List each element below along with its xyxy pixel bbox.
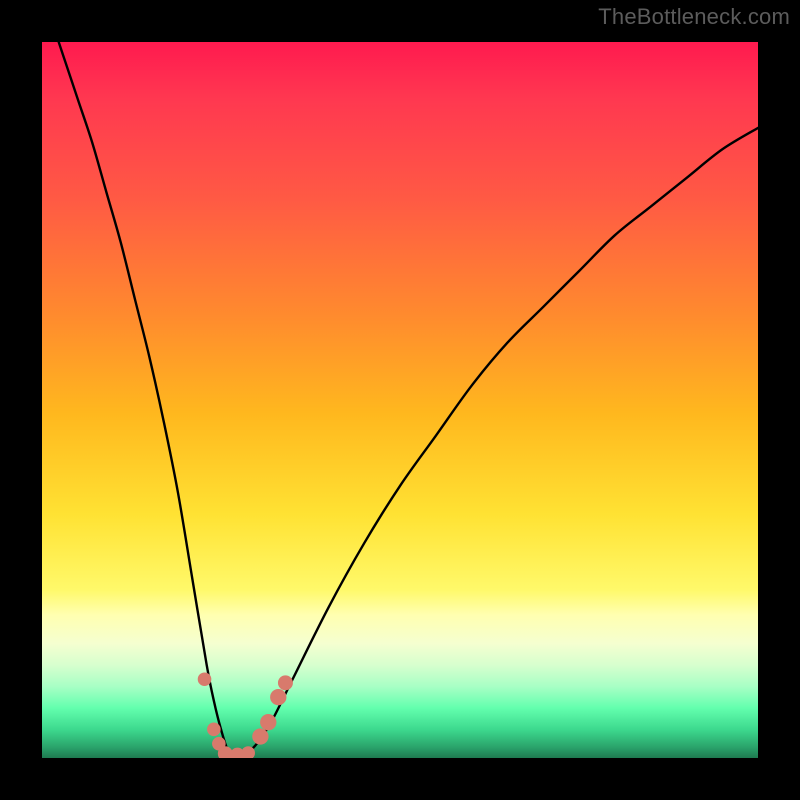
data-marker [252, 728, 268, 744]
bottleneck-curve [49, 42, 758, 755]
watermark-text: TheBottleneck.com [598, 4, 790, 30]
data-marker [207, 723, 221, 737]
data-marker [270, 689, 286, 705]
chart-frame: TheBottleneck.com [0, 0, 800, 800]
plot-area [42, 42, 758, 758]
data-marker [278, 675, 293, 690]
data-marker [198, 672, 212, 686]
chart-svg [42, 42, 758, 758]
data-marker [260, 714, 276, 730]
